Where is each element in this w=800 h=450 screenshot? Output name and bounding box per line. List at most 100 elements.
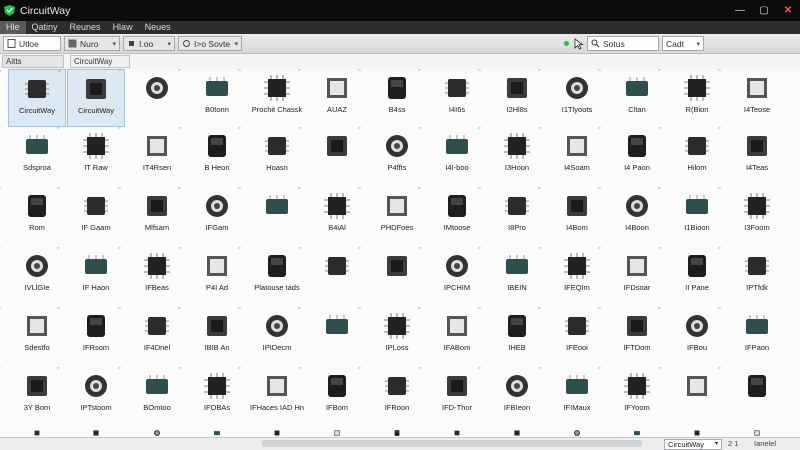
menu-item-hlaw[interactable]: Hlaw	[107, 21, 139, 34]
component-item[interactable]: ▫ I4Teose	[718, 67, 786, 127]
component-item[interactable]	[608, 425, 666, 437]
component-item[interactable]: ▫ IFBeas	[118, 245, 186, 305]
component-item[interactable]: ▫ IF4Dnel	[118, 305, 186, 365]
component-item[interactable]: ▫	[118, 67, 186, 127]
component-item[interactable]: ▫ I1Bioon	[658, 185, 726, 245]
component-item[interactable]: ▫ I4Teas	[718, 125, 786, 185]
component-item[interactable]: ▫	[718, 365, 786, 425]
menu-item-reunes[interactable]: Reunes	[64, 21, 107, 34]
component-item[interactable]: ▫ I3Foom	[718, 185, 786, 245]
component-item[interactable]: ▫ IFIMaux	[538, 365, 606, 425]
component-item[interactable]: ▫ Platouse tads	[238, 245, 306, 305]
component-item[interactable]: ▫ I4Soam	[538, 125, 606, 185]
component-item[interactable]: ▫ Prochit Chassk	[238, 67, 306, 127]
component-item[interactable]: ▫ I4 Paon	[598, 125, 666, 185]
filter-select[interactable]: Nuro ▾	[64, 36, 120, 51]
component-item[interactable]: ▫ I4I6s	[418, 67, 486, 127]
maximize-button[interactable]: ▢	[752, 0, 776, 21]
component-item[interactable]: ▫ I1Tlyoots	[538, 67, 606, 127]
search-input[interactable]: Sotus	[587, 36, 659, 51]
component-item[interactable]: ▫ 3Y Bom	[0, 365, 66, 425]
component-item[interactable]: ▫ IBEIN	[478, 245, 546, 305]
menu-item-qatiny[interactable]: Qatiny	[26, 21, 64, 34]
component-item[interactable]: ▫ PHDFoes	[358, 185, 426, 245]
component-item[interactable]: ▫ IFOBAs	[178, 365, 246, 425]
component-item[interactable]: ▫ CircuitWay	[0, 68, 66, 127]
component-item[interactable]: ▫ IPIDecm	[238, 305, 306, 365]
menu-item-file[interactable]: Hle	[0, 21, 26, 34]
component-item[interactable]: ▫ P4ffts	[358, 125, 426, 185]
component-item[interactable]: ▫ IHEB	[478, 305, 546, 365]
component-item[interactable]: ▫ IFRoon	[358, 365, 426, 425]
component-item[interactable]: ▫	[658, 365, 726, 425]
component-item[interactable]	[8, 425, 66, 437]
component-item[interactable]: ▫ CircuitWay	[58, 68, 125, 127]
component-item[interactable]: ▫ IFBou	[658, 305, 726, 365]
component-item[interactable]: ▫ IT4Rsen	[118, 125, 186, 185]
component-item[interactable]: ▫	[358, 245, 426, 305]
component-item[interactable]	[668, 425, 726, 437]
zone-select[interactable]: CircuitWay ▾	[664, 439, 722, 450]
component-item[interactable]: ▫ IFPaon	[718, 305, 786, 365]
component-item[interactable]	[248, 425, 306, 437]
component-item[interactable]	[67, 425, 125, 437]
component-item[interactable]: ▫ IFGam	[178, 185, 246, 245]
component-item[interactable]: ▫ IT Raw	[57, 125, 125, 185]
tab-parts[interactable]: Aitts	[2, 55, 64, 68]
component-item[interactable]: ▫ R(Bion	[658, 67, 726, 127]
component-item[interactable]: ▫ IFBom	[298, 365, 366, 425]
component-item[interactable]: ▫ BOmtoo	[118, 365, 186, 425]
component-item[interactable]: ▫ Rom	[0, 185, 66, 245]
component-item[interactable]: ▫ IFTDom	[598, 305, 666, 365]
component-item[interactable]	[128, 425, 186, 437]
component-item[interactable]: ▫ Cltan	[598, 67, 666, 127]
component-item[interactable]: ▫ IVLlGIe	[0, 245, 66, 305]
component-item[interactable]: ▫ IPTstoom	[57, 365, 125, 425]
component-item[interactable]: ▫	[238, 185, 306, 245]
component-item[interactable]: ▫	[298, 245, 366, 305]
component-item[interactable]: ▫ Sdsproa	[0, 125, 66, 185]
component-item[interactable]: ▫ IFEooi	[538, 305, 606, 365]
component-item[interactable]: ▫ IPTfdk	[718, 245, 786, 305]
component-item[interactable]: ▫ I2Hl8s	[478, 67, 546, 127]
component-item[interactable]: ▫ IFDsoar	[598, 245, 666, 305]
horizontal-scrollbar[interactable]	[262, 440, 642, 447]
component-item[interactable]: ▫ Hilom	[658, 125, 726, 185]
component-item[interactable]	[188, 425, 246, 437]
component-item[interactable]: ▫ Sdestfo	[0, 305, 66, 365]
component-item[interactable]: ▫ I4Boon	[598, 185, 666, 245]
component-item[interactable]: ▫ B Heon	[178, 125, 246, 185]
filter-dropdown[interactable]: Cadt ▾	[662, 36, 704, 51]
component-item[interactable]: ▫ IFYoom	[598, 365, 666, 425]
minimize-button[interactable]: —	[728, 0, 752, 21]
component-item[interactable]: ▫ B0tonn	[178, 67, 246, 127]
component-item[interactable]: ▫ IF Gaam	[57, 185, 125, 245]
component-item[interactable]: ▫ IFRsom	[57, 305, 125, 365]
view-select[interactable]: Utloe	[3, 36, 61, 51]
component-item[interactable]: ▫ B4ss	[358, 67, 426, 127]
component-item[interactable]: ▫ IMtoose	[418, 185, 486, 245]
menu-item-neues[interactable]: Neues	[139, 21, 177, 34]
component-item[interactable]	[548, 425, 606, 437]
component-item[interactable]: ▫ II Pane	[658, 245, 726, 305]
component-item[interactable]: ▫ IPLoss	[358, 305, 426, 365]
component-item[interactable]: ▫	[298, 305, 366, 365]
close-button[interactable]: ✕	[776, 0, 800, 21]
component-item[interactable]: ▫ Mlfsam	[118, 185, 186, 245]
component-item[interactable]: ▫ IFABom	[418, 305, 486, 365]
component-item[interactable]: ▫ I3Hoon	[478, 125, 546, 185]
component-item[interactable]: ▫ B4iAl	[298, 185, 366, 245]
component-item[interactable]: ▫ P4I Ad	[178, 245, 246, 305]
tab-library[interactable]: CircuitWay	[70, 55, 130, 68]
component-item[interactable]: ▫ IFBIeon	[478, 365, 546, 425]
component-item[interactable]: ▫ Hoasn	[238, 125, 306, 185]
component-item[interactable]	[488, 425, 546, 437]
size-select[interactable]: I.oo ▾	[123, 36, 175, 51]
component-item[interactable]: ▫ AUAZ	[298, 67, 366, 127]
component-item[interactable]	[428, 425, 486, 437]
component-item[interactable]	[308, 425, 366, 437]
component-item[interactable]: ▫ IFD-Thor	[418, 365, 486, 425]
component-item[interactable]: ▫ I4I-boo	[418, 125, 486, 185]
component-item[interactable]: ▫ IFHaces IAD Hn	[238, 365, 306, 425]
component-item[interactable]: ▫ IPCHIM	[418, 245, 486, 305]
